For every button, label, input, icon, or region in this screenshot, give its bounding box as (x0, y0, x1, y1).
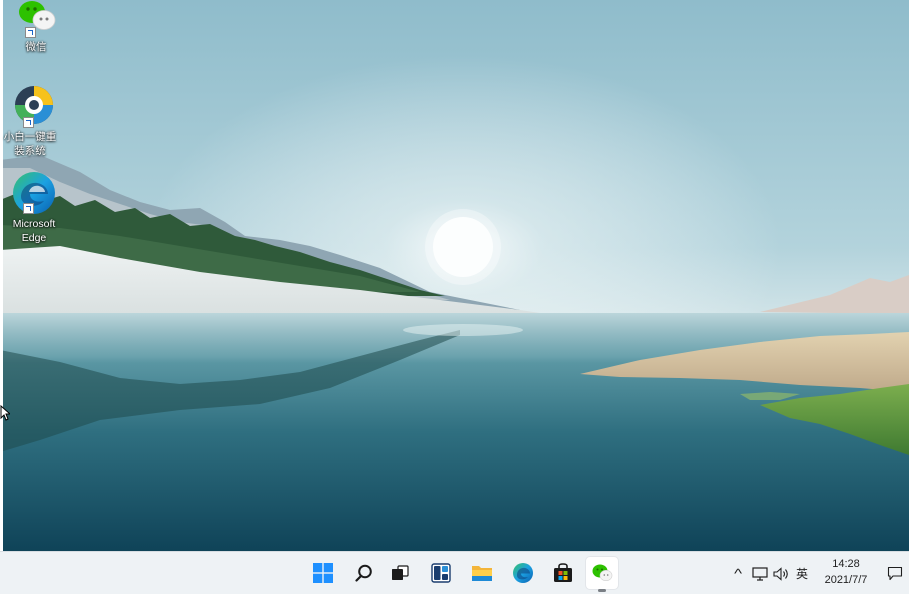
edge-icon (11, 170, 57, 216)
search-button[interactable] (348, 557, 380, 589)
desktop-icon-label: 微信 (25, 41, 47, 53)
desktop-screen: 微信 小白一键重装系统 Microsoft Edge ^ 英 14:28 202… (0, 0, 909, 594)
network-button[interactable] (750, 552, 770, 594)
desktop-icon-edge[interactable]: Microsoft Edge (0, 170, 70, 245)
store-button[interactable] (547, 557, 579, 589)
running-indicator (598, 589, 606, 592)
desktop-icon-wechat[interactable]: 微信 (0, 0, 72, 54)
clock-date: 2021/7/7 (824, 574, 868, 586)
input-method-indicator[interactable]: 英 (793, 552, 811, 594)
wechat-icon (592, 564, 613, 581)
shortcut-arrow-icon (23, 117, 34, 128)
clock[interactable]: 14:28 2021/7/7 (816, 556, 876, 588)
notification-icon (887, 566, 903, 581)
desktop-icon-xiaobai[interactable]: 小白一键重装系统 (0, 84, 70, 158)
desktop-icon-label: Microsoft Edge (12, 218, 56, 244)
chevron-up-icon: ^ (734, 566, 742, 581)
input-method-label: 英 (795, 567, 808, 581)
shortcut-arrow-icon (25, 27, 36, 38)
shortcut-arrow-icon (23, 203, 34, 214)
screen-edge (0, 0, 3, 551)
search-icon (355, 564, 372, 582)
desktop-wallpaper (0, 0, 909, 551)
file-explorer-button[interactable] (466, 557, 498, 589)
task-view-icon (392, 565, 409, 580)
wechat-icon (13, 0, 59, 38)
edge-taskbar-button[interactable] (507, 557, 539, 589)
desktop-icon-label: 小白一键重装系统 (3, 131, 57, 157)
notifications-button[interactable] (884, 552, 906, 594)
volume-button[interactable] (772, 552, 792, 594)
start-button[interactable] (307, 557, 339, 589)
widgets-icon (431, 563, 451, 583)
task-view-button[interactable] (384, 557, 416, 589)
clock-time: 14:28 (832, 558, 860, 570)
wechat-taskbar-button[interactable] (586, 557, 618, 592)
edge-icon (513, 563, 533, 583)
volume-icon (773, 566, 788, 581)
store-icon (554, 563, 572, 582)
widgets-button[interactable] (425, 557, 457, 589)
network-icon (752, 566, 768, 581)
windows-start-icon (313, 563, 333, 583)
xiaobai-reinstall-icon (11, 84, 57, 128)
show-hidden-icons-button[interactable]: ^ (728, 552, 748, 594)
mouse-cursor-icon (0, 405, 10, 421)
folder-icon (472, 566, 492, 581)
taskbar: ^ 英 14:28 2021/7/7 (0, 551, 909, 594)
